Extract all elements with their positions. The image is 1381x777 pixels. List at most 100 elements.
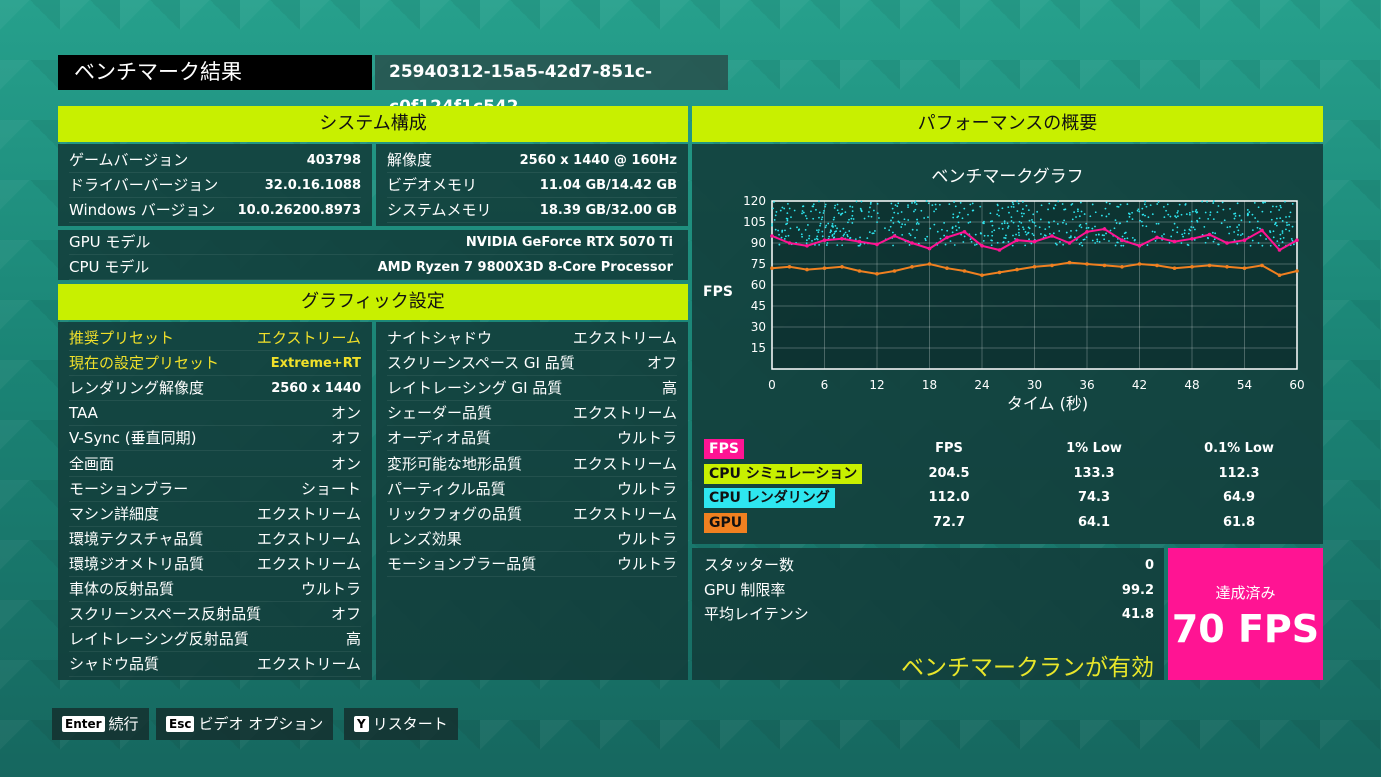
footer-button[interactable]: Esc ビデオ オプション xyxy=(156,708,334,740)
cpu-render-point xyxy=(1016,200,1019,203)
cpu-render-point xyxy=(951,227,954,230)
cpu-render-point xyxy=(980,232,982,235)
cpu-render-point xyxy=(951,231,954,234)
cpu-render-point xyxy=(949,240,952,243)
cpu-render-point xyxy=(996,203,999,206)
cpu-render-point xyxy=(1126,203,1129,206)
cpu-render-point xyxy=(1174,215,1177,217)
series-point xyxy=(892,269,897,273)
cpu-render-point xyxy=(1073,211,1076,214)
series-point xyxy=(1225,265,1229,269)
cpu-render-point xyxy=(1241,233,1244,235)
cpu-render-point xyxy=(1170,235,1173,238)
cpu-render-point xyxy=(907,219,910,221)
cpu-render-point xyxy=(931,204,934,207)
cpu-render-point xyxy=(971,202,974,205)
cpu-render-point xyxy=(1085,222,1088,225)
row-value: AMD Ryzen 7 9800X3D 8-Core Processor xyxy=(377,260,673,275)
cpu-render-point xyxy=(1285,216,1287,218)
gpu-limit-row: GPU 制限率 99.2 xyxy=(704,578,1154,603)
series-point xyxy=(1295,238,1299,242)
settings-row: シェーダー品質 エクストリーム xyxy=(387,401,677,427)
cpu-render-point xyxy=(1114,244,1117,247)
cpu-render-point xyxy=(1271,205,1274,208)
y-tick-label: 30 xyxy=(751,320,766,334)
footer-button[interactable]: Y リスタート xyxy=(344,708,458,740)
x-tick-label: 24 xyxy=(974,378,989,392)
cpu-render-point xyxy=(1176,226,1179,229)
cpu-render-point xyxy=(859,243,862,246)
settings-row: 変形可能な地形品質 エクストリーム xyxy=(387,452,677,477)
legend-tag: GPU xyxy=(704,512,748,533)
cpu-render-point xyxy=(1155,222,1158,225)
cpu-render-point xyxy=(1096,238,1099,241)
cpu-render-point xyxy=(1069,236,1072,239)
cpu-render-point xyxy=(1003,220,1006,223)
cpu-render-point xyxy=(1116,241,1119,244)
key-hint: Y xyxy=(354,716,369,732)
cpu-render-point xyxy=(1188,228,1191,231)
cpu-render-point xyxy=(911,202,913,204)
cpu-render-point xyxy=(1122,244,1125,247)
cpu-render-point xyxy=(1048,221,1050,224)
cpu-render-point xyxy=(1016,210,1019,212)
cpu-render-point xyxy=(1262,201,1264,204)
cpu-render-point xyxy=(848,230,851,232)
cpu-render-point xyxy=(1034,225,1037,227)
cpu-render-point xyxy=(1096,240,1099,243)
cpu-render-point xyxy=(1017,202,1020,205)
cpu-render-point xyxy=(892,244,894,247)
series-point xyxy=(1277,248,1282,252)
cpu-render-point xyxy=(1237,229,1240,232)
series-point xyxy=(1067,241,1072,245)
cpu-render-point xyxy=(834,204,837,207)
cpu-render-point xyxy=(1196,220,1199,223)
cpu-render-point xyxy=(851,222,854,224)
cpu-render-point xyxy=(831,222,834,225)
settings-row: レンダリング解像度 2560 x 1440 xyxy=(69,376,361,402)
cpu-render-point xyxy=(852,218,855,220)
cpu-render-point xyxy=(1121,235,1124,238)
cpu-render-point xyxy=(1143,203,1146,206)
cpu-render-point xyxy=(779,209,782,212)
cpu-render-point xyxy=(982,240,985,242)
cpu-render-point xyxy=(1070,230,1072,232)
settings-row: マシン詳細度 エクストリーム xyxy=(69,502,361,527)
row-value: ウルトラ xyxy=(616,529,677,548)
cpu-render-point xyxy=(1126,220,1129,223)
settings-row: ドライバーバージョン 32.0.16.1088 xyxy=(69,173,361,198)
cpu-render-point xyxy=(1073,236,1076,239)
cpu-render-point xyxy=(1275,224,1278,227)
cpu-render-point xyxy=(1120,244,1123,247)
cpu-render-point xyxy=(808,237,810,240)
cpu-render-point xyxy=(1027,232,1029,235)
series-point xyxy=(875,272,879,276)
row-value: エクストリーム xyxy=(256,655,361,674)
cpu-render-point xyxy=(866,237,869,240)
x-tick-label: 48 xyxy=(1184,378,1199,392)
cpu-render-point xyxy=(778,233,780,236)
x-tick-label: 18 xyxy=(922,378,937,392)
stutter-label: スタッター数 xyxy=(704,556,795,574)
cpu-render-point xyxy=(1291,225,1294,228)
cpu-render-point xyxy=(787,202,789,205)
settings-row: モーションブラー品質 ウルトラ xyxy=(387,552,677,577)
latency-label: 平均レイテンシ xyxy=(704,605,809,623)
cpu-render-point xyxy=(1022,226,1024,229)
cpu-render-point xyxy=(1209,211,1212,214)
cpu-render-point xyxy=(913,210,915,213)
row-label: 変形可能な地形品質 xyxy=(387,454,523,473)
row-value: エクストリーム xyxy=(256,554,361,573)
series-point xyxy=(962,230,967,234)
cpu-render-point xyxy=(900,211,903,213)
cpu-render-point xyxy=(1261,210,1264,213)
cpu-render-point xyxy=(1228,232,1231,235)
cpu-render-point xyxy=(1105,215,1108,218)
series-point xyxy=(840,265,844,269)
cpu-render-point xyxy=(908,232,911,235)
cpu-render-point xyxy=(823,209,825,212)
cpu-render-point xyxy=(1288,230,1291,232)
row-label: 環境ジオメトリ品質 xyxy=(69,554,205,573)
footer-button[interactable]: Enter 続行 xyxy=(52,708,149,740)
cpu-render-point xyxy=(1229,208,1231,210)
